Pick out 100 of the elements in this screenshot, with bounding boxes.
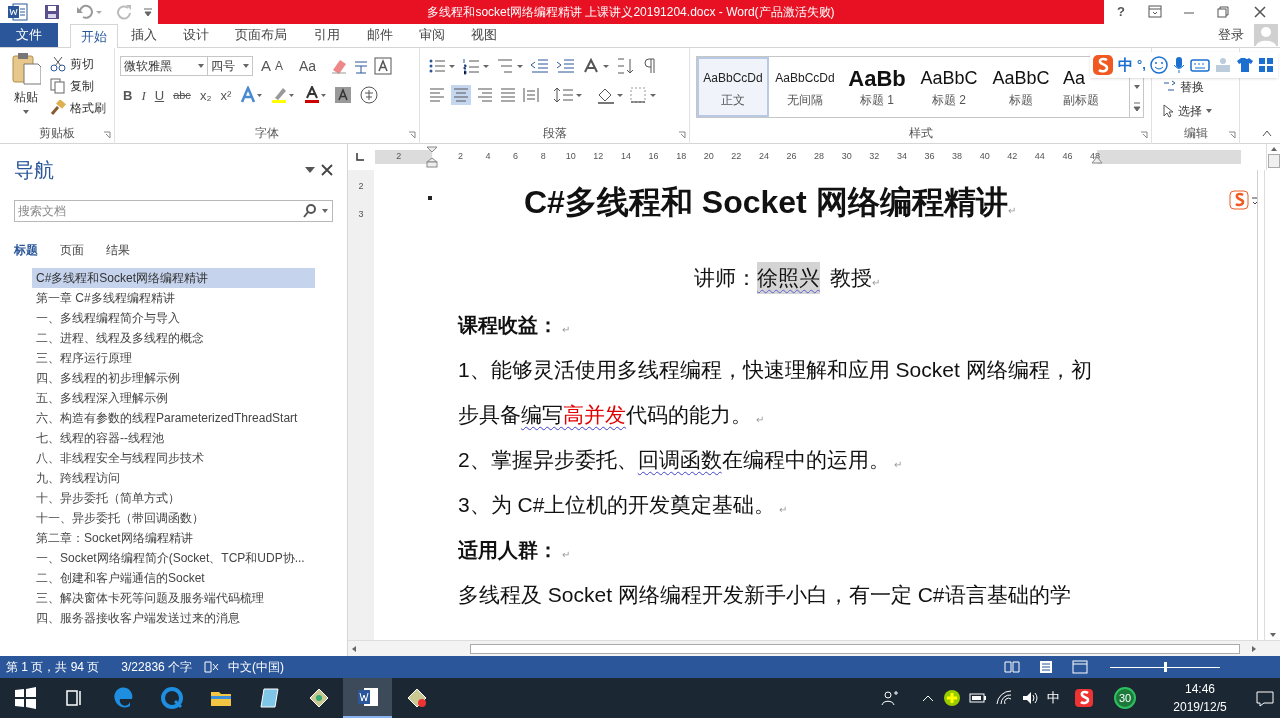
sogou-logo-icon[interactable]	[1092, 54, 1114, 76]
indent-marker-icon[interactable]	[426, 146, 438, 168]
dialog-launcher-icon[interactable]	[678, 131, 686, 139]
heading-item[interactable]: 五、多线程深入理解示例	[32, 388, 315, 408]
paste-button[interactable]: 粘贴	[6, 48, 46, 122]
cut-button[interactable]: 剪切	[50, 54, 106, 73]
dropdown-caret-icon[interactable]	[319, 208, 329, 214]
style-item[interactable]: AaBbCcDd 无间隔	[769, 57, 841, 117]
style-item[interactable]: AaBbC 标题 2	[913, 57, 985, 117]
undo-icon[interactable]	[76, 4, 102, 20]
read-mode-icon[interactable]	[1004, 660, 1020, 674]
heading-item[interactable]: 三、解决窗体卡死等问题及服务端代码梳理	[32, 588, 315, 608]
heading-item[interactable]: 一、多线程编程简介与导入	[32, 308, 315, 328]
line-spacing-icon[interactable]	[553, 86, 583, 104]
word-icon[interactable]	[8, 3, 28, 21]
ribbon-tab[interactable]: 视图	[458, 23, 510, 47]
help-button[interactable]: ?	[1104, 2, 1138, 22]
battery-icon[interactable]	[969, 691, 987, 705]
search-icon[interactable]	[303, 204, 317, 218]
heading-item[interactable]: 第一章 C#多线程编程精讲	[32, 288, 315, 308]
sogou-float-icon[interactable]	[1229, 190, 1257, 210]
punctuation-toggle[interactable]: °,	[1137, 55, 1146, 75]
format-button[interactable]: B	[123, 85, 133, 105]
close-icon[interactable]	[321, 164, 333, 176]
pane-tab[interactable]: 页面	[60, 241, 84, 259]
character-border-icon[interactable]	[374, 57, 393, 76]
grid-menu-icon[interactable]	[1257, 57, 1274, 73]
pane-tab[interactable]: 结果	[106, 241, 130, 259]
format-button[interactable]: x²	[220, 85, 232, 105]
dialog-launcher-icon[interactable]	[1140, 131, 1148, 139]
heading-item[interactable]: 四、多线程的初步理解示例	[32, 368, 315, 388]
font-name-field[interactable]: 微软雅黑	[120, 56, 208, 77]
dialog-launcher-icon[interactable]	[103, 131, 111, 139]
format-button[interactable]: x₂	[199, 85, 212, 105]
font-size-field[interactable]: 四号	[207, 56, 253, 77]
format-button[interactable]: abc	[173, 87, 191, 104]
style-item[interactable]: AaBb 标题 1	[841, 57, 913, 117]
collapse-ribbon-icon[interactable]	[1262, 129, 1272, 137]
heading-item[interactable]: 第二章：Socket网络编程精讲	[32, 528, 315, 548]
copy-button[interactable]: 复制	[50, 76, 106, 95]
ribbon-tab[interactable]: 引用	[300, 23, 354, 47]
text-effects-icon[interactable]	[240, 86, 263, 105]
heading-item[interactable]: 七、线程的容器--线程池	[32, 428, 315, 448]
borders-icon[interactable]	[629, 86, 657, 104]
save-icon[interactable]	[44, 4, 60, 20]
replace-button[interactable]: 替换	[1162, 78, 1212, 96]
ribbon-tab[interactable]: 插入	[118, 23, 170, 47]
highlighter-icon[interactable]	[271, 86, 296, 105]
format-button[interactable]: I	[141, 85, 146, 105]
heading-item[interactable]: 二、创建和客户端通信的Socket	[32, 568, 315, 588]
sogou-tray-icon[interactable]	[1074, 688, 1094, 708]
clock[interactable]: 14:46 2019/12/5	[1158, 680, 1242, 716]
word-count[interactable]: 3/22836 个字	[121, 658, 193, 676]
pane-tab[interactable]: 标题	[14, 241, 38, 259]
heading-item[interactable]: 六、构造有参数的线程ParameterizedThreadStart	[32, 408, 315, 428]
bullets-icon[interactable]	[428, 57, 456, 75]
ribbon-tab[interactable]: 设计	[170, 23, 222, 47]
plus-circle-icon[interactable]	[943, 689, 961, 707]
enclose-character-icon[interactable]	[360, 86, 379, 105]
grow-font-button[interactable]: A	[261, 55, 271, 78]
shading-icon[interactable]	[596, 86, 624, 104]
ribbon-tab[interactable]: 审阅	[406, 23, 458, 47]
dialog-launcher-icon[interactable]	[408, 131, 416, 139]
select-button[interactable]: 选择	[1162, 102, 1212, 120]
heading-item[interactable]: 一、Socket网络编程简介(Socket、TCP和UDP协...	[32, 548, 315, 568]
skin-shirt-icon[interactable]	[1235, 57, 1254, 73]
ribbon-tab[interactable]: 文件	[0, 23, 58, 47]
pane-options-icon[interactable]	[305, 166, 315, 174]
word-button[interactable]	[343, 678, 392, 718]
print-layout-icon[interactable]	[1038, 660, 1054, 674]
microphone-icon[interactable]	[1171, 56, 1186, 74]
heading-item[interactable]: C#多线程和Socket网络编程精讲	[32, 268, 315, 288]
tray-badge[interactable]: 30	[1114, 687, 1136, 709]
heading-item[interactable]: 十、异步委托（简单方式）	[32, 488, 315, 508]
web-layout-icon[interactable]	[1072, 660, 1088, 674]
wifi-icon[interactable]	[995, 690, 1013, 706]
character-shading-icon[interactable]	[335, 87, 352, 104]
heading-item[interactable]: 三、程序运行原理	[32, 348, 315, 368]
dialog-launcher-icon[interactable]	[1228, 131, 1236, 139]
input-mode-toggle[interactable]: 中	[1118, 53, 1133, 77]
search-field[interactable]: 搜索文档	[14, 200, 333, 222]
page-count[interactable]: 第 1 页，共 94 页	[6, 658, 100, 676]
multilevel-list-icon[interactable]	[496, 57, 524, 75]
sign-in-link[interactable]: 登录	[1218, 23, 1244, 47]
style-item[interactable]: AaBbC 标题	[985, 57, 1057, 117]
heading-item[interactable]: 八、非线程安全与线程同步技术	[32, 448, 315, 468]
increase-indent-icon[interactable]	[556, 57, 576, 75]
style-item[interactable]: AaBbCcDd 正文	[697, 57, 769, 117]
smiley-icon[interactable]	[1149, 56, 1168, 74]
change-case-button[interactable]: Aa	[299, 55, 317, 77]
people-icon[interactable]	[881, 689, 899, 707]
ribbon-tab[interactable]: 页面布局	[222, 23, 300, 47]
zoom-slider[interactable]	[1110, 660, 1220, 674]
ribbon-tab[interactable]: 开始	[70, 24, 118, 48]
ribbon-tab[interactable]: 邮件	[354, 23, 406, 47]
scroll-thumb[interactable]	[470, 643, 1240, 654]
font-color-icon[interactable]	[304, 86, 327, 105]
heading-item[interactable]: 九、跨线程访问	[32, 468, 315, 488]
volume-icon[interactable]	[1021, 690, 1039, 706]
heading-item[interactable]: 二、进程、线程及多线程的概念	[32, 328, 315, 348]
